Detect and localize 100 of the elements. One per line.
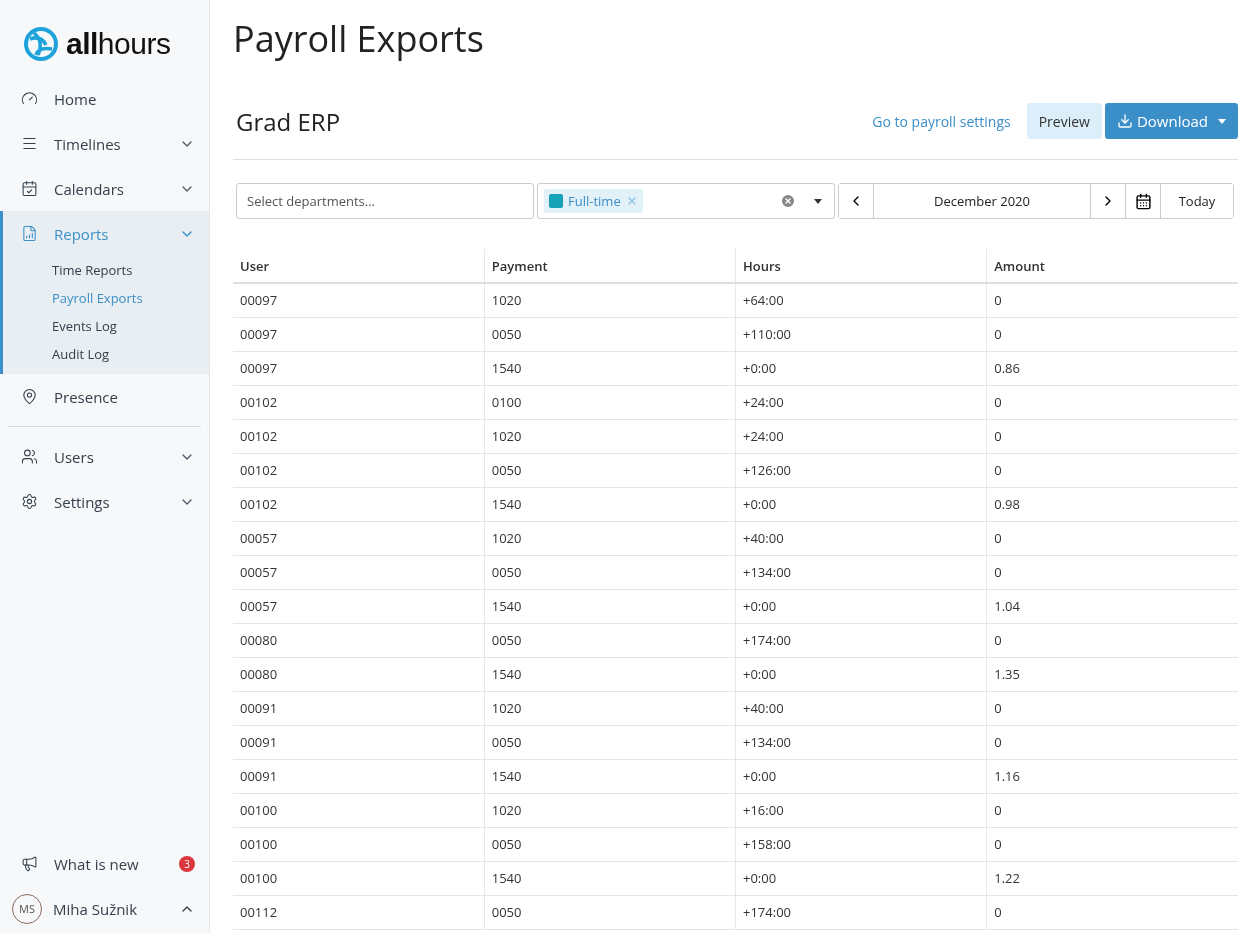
table-cell: 00091 [233,725,485,759]
globe-logo-icon [24,26,58,61]
table-cell: 1540 [484,861,736,895]
table-cell: +0:00 [735,657,987,691]
table-cell: 0 [986,317,1238,351]
megaphone-icon [21,855,38,872]
departments-field[interactable]: Select departments... [236,183,534,219]
download-icon [1116,113,1133,129]
table-cell: +0:00 [735,351,987,385]
user-menu[interactable]: MS Miha Sužnik [0,886,209,931]
table-cell: +24:00 [735,419,987,453]
table-cell: 00102 [233,453,485,487]
table-cell: 1.16 [986,759,1238,793]
payroll-settings-link[interactable]: Go to payroll settings [872,111,1011,131]
table-cell: 0 [986,419,1238,453]
table-cell: 0 [986,827,1238,861]
table-cell: 1540 [484,589,736,623]
table-cell: 00102 [233,385,485,419]
tag-label: Full-time [568,192,621,210]
dropdown-caret-icon[interactable] [814,198,822,204]
table-cell: +24:00 [735,385,987,419]
table-cell: 0050 [484,555,736,589]
table-cell: 0 [986,691,1238,725]
sidebar-item[interactable]: Presence [3,374,209,419]
sidebar-subitem[interactable]: Audit Log [3,340,209,368]
table-cell: +0:00 [735,589,987,623]
table-cell: +64:00 [735,283,987,317]
whats-new-item[interactable]: What is new 3 [0,841,209,886]
table-cell: +16:00 [735,793,987,827]
table-cell: 0 [986,793,1238,827]
table-cell: 00097 [233,351,485,385]
table-cell: 00057 [233,589,485,623]
table-cell: 1020 [484,419,736,453]
sidebar-item[interactable]: Calendars [3,166,209,211]
section-title: Grad ERP [236,104,342,138]
calendar-icon [1134,192,1152,210]
table-cell: 00080 [233,657,485,691]
table-cell: +40:00 [735,691,987,725]
table-cell: 00100 [233,861,485,895]
column-header[interactable]: Hours [735,249,987,283]
table-cell: 1020 [484,691,736,725]
table-cell: 0050 [484,453,736,487]
table-cell: 00091 [233,759,485,793]
table-cell: 1540 [484,351,736,385]
table-cell: +126:00 [735,453,987,487]
sidebar-item[interactable]: Users [3,434,209,479]
sidebar-item[interactable]: Timelines [3,121,209,166]
table-cell: +40:00 [735,521,987,555]
table-cell: 00097 [233,283,485,317]
table-cell: 0050 [484,827,736,861]
sidebar-item[interactable]: Home [3,76,209,121]
table-cell: 00080 [233,623,485,657]
table-cell: 00102 [233,487,485,521]
table-cell: 0 [986,555,1238,589]
calendar-icon [21,180,38,197]
table-cell: 0 [986,895,1238,929]
table-cell: +134:00 [735,725,987,759]
table-cell: 1020 [484,521,736,555]
table-cell: +0:00 [735,759,987,793]
table-cell: 1540 [484,657,736,691]
sidebar-item[interactable]: Settings [3,479,209,524]
column-header[interactable]: Amount [986,249,1238,283]
table-cell: 0 [986,453,1238,487]
table-cell: 0 [986,725,1238,759]
previous-month-button[interactable] [839,184,874,218]
table-cell: 0050 [484,317,736,351]
table-cell: +134:00 [735,555,987,589]
table-cell: 0 [986,283,1238,317]
table-cell: 0 [986,385,1238,419]
table-cell: +110:00 [735,317,987,351]
table-cell: 00112 [233,895,485,929]
clear-icon[interactable] [780,193,796,209]
table-cell: 1540 [484,487,736,521]
menu-icon [21,135,38,152]
table-cell: 0.98 [986,487,1238,521]
table-cell: +0:00 [735,861,987,895]
notification-count: 3 [179,855,195,872]
report-icon [21,225,38,242]
table-cell: 00102 [233,419,485,453]
table-cell: 0050 [484,623,736,657]
table-cell: 00100 [233,793,485,827]
table-cell: 0 [986,521,1238,555]
sidebar-subitem[interactable]: Time Reports [3,256,209,284]
download-button[interactable]: Download [1104,103,1238,139]
column-header[interactable]: Payment [484,249,736,283]
table-cell: 1020 [484,793,736,827]
table-cell: +174:00 [735,895,987,929]
sidebar-subitem[interactable]: Events Log [3,312,209,340]
table-cell: 1540 [484,759,736,793]
users-icon [21,448,38,465]
table-cell: 00100 [233,827,485,861]
table-cell: +0:00 [735,487,987,521]
logo-text: allhours [66,26,171,61]
preview-button[interactable]: Preview [1026,103,1102,139]
table-cell: 00057 [233,555,485,589]
table-cell: 1.35 [986,657,1238,691]
page-title: Payroll Exports [233,14,485,63]
table-cell: 00097 [233,317,485,351]
column-header[interactable]: User [233,249,485,283]
table-cell: 1020 [484,283,736,317]
